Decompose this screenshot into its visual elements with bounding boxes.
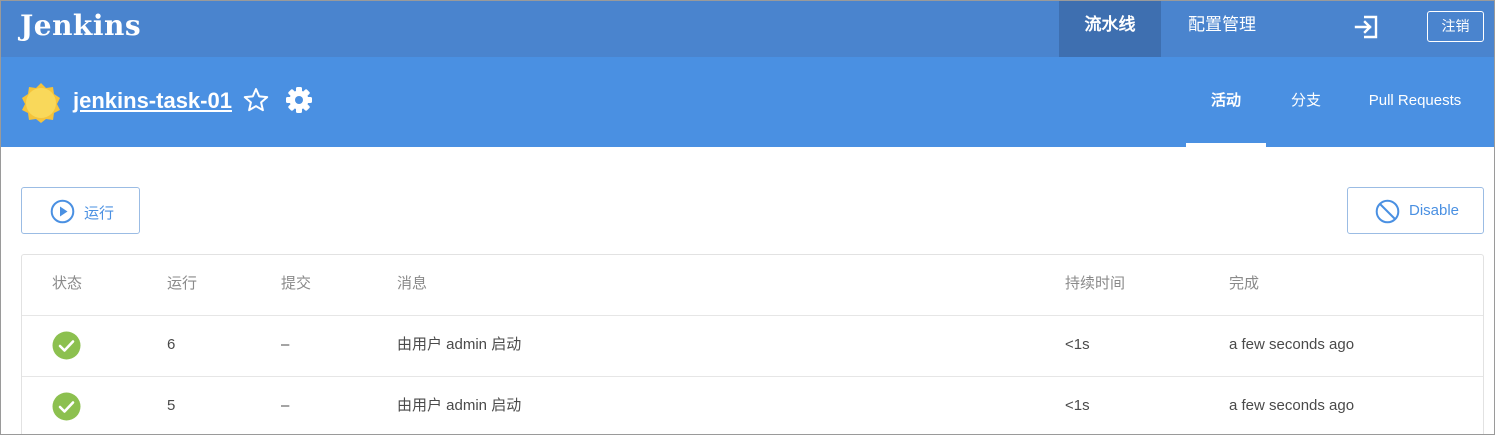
- tab-activity[interactable]: 活动: [1186, 57, 1266, 147]
- jenkins-blue-ocean-page: Jenkins 流水线 配置管理 注销 jenkins-task-01 活动 分…: [0, 0, 1495, 435]
- success-check-icon: [52, 331, 81, 360]
- exit-to-classic-icon[interactable]: [1353, 13, 1381, 41]
- job-name-link[interactable]: jenkins-task-01: [73, 88, 232, 114]
- disabled-circle-icon: [1375, 199, 1400, 224]
- weather-sunny-icon: [20, 82, 62, 124]
- run-message: 由用户 admin 启动: [397, 336, 522, 353]
- success-check-icon: [52, 392, 81, 421]
- job-header: jenkins-task-01 活动 分支 Pull Requests: [1, 57, 1494, 147]
- run-duration: <1s: [1065, 397, 1090, 414]
- tab-pull-requests[interactable]: Pull Requests: [1353, 57, 1477, 147]
- run-button[interactable]: 运行: [21, 187, 140, 234]
- active-tab-indicator: [1186, 143, 1266, 147]
- settings-gear-icon[interactable]: [285, 86, 313, 114]
- table-header-row: 状态 运行 提交 消息 持续时间 完成: [22, 255, 1483, 316]
- favorite-star-icon[interactable]: [243, 87, 269, 113]
- tab-branches[interactable]: 分支: [1271, 57, 1341, 147]
- header-run: 运行: [167, 275, 198, 292]
- disable-button[interactable]: Disable: [1347, 187, 1484, 234]
- tab-activity-label: 活动: [1210, 92, 1241, 109]
- run-duration: <1s: [1065, 336, 1090, 353]
- header-duration: 持续时间: [1065, 275, 1126, 292]
- play-circle-icon: [50, 199, 75, 224]
- disable-button-label: Disable: [1409, 202, 1460, 219]
- top-navigation-bar: Jenkins 流水线 配置管理 注销: [1, 1, 1494, 57]
- run-completed: a few seconds ago: [1229, 397, 1355, 414]
- nav-tab-administration[interactable]: 配置管理: [1171, 1, 1273, 57]
- nav-tab-pipelines[interactable]: 流水线: [1059, 1, 1161, 57]
- run-button-label: 运行: [84, 205, 115, 222]
- header-commit: 提交: [281, 275, 312, 292]
- header-completed: 完成: [1229, 275, 1260, 292]
- header-status: 状态: [52, 275, 83, 292]
- table-row[interactable]: 5 – 由用户 admin 启动 <1s a few seconds ago: [22, 377, 1483, 434]
- header-message: 消息: [397, 275, 428, 292]
- run-completed: a few seconds ago: [1229, 336, 1355, 353]
- jenkins-logo[interactable]: Jenkins: [20, 9, 141, 42]
- table-row[interactable]: 6 – 由用户 admin 启动 <1s a few seconds ago: [22, 316, 1483, 377]
- run-number: 6: [167, 336, 176, 353]
- run-message: 由用户 admin 启动: [397, 397, 522, 414]
- logout-button[interactable]: 注销: [1427, 11, 1484, 42]
- activity-table: 状态 运行 提交 消息 持续时间 完成 6 – 由用户 admin 启动 <1s…: [21, 254, 1484, 434]
- run-number: 5: [167, 397, 176, 414]
- commit-id: –: [281, 397, 290, 414]
- commit-id: –: [281, 336, 290, 353]
